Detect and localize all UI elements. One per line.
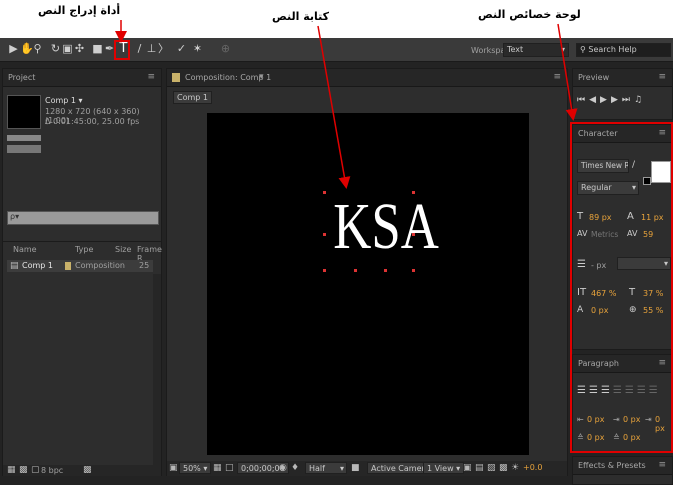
text-handle[interactable]	[412, 233, 415, 236]
project-search-input[interactable]: ρ▾	[7, 211, 159, 225]
new-comp-icon[interactable]: ▢	[31, 465, 40, 475]
project-scrollbar[interactable]	[153, 274, 161, 466]
composition-footer: ▣ 50% ▾ ▦ □ 0;00;00;00 ◉ ♦ Half ▾ ■ Activ…	[167, 461, 567, 476]
annotation-arrows	[115, 20, 578, 189]
annotation-arrow-character	[557, 23, 578, 121]
exposure-value[interactable]: +0.0	[523, 463, 542, 472]
project-search-placeholder: ρ▾	[10, 212, 20, 221]
text-handle[interactable]	[323, 233, 326, 236]
text-handle[interactable]	[412, 269, 415, 272]
folder-icon[interactable]: ▩	[19, 465, 28, 475]
always-preview-icon[interactable]: ▣	[169, 463, 178, 473]
effects-presets-tab-label: Effects & Presets	[578, 461, 646, 470]
panel-menu-icon[interactable]: ≡	[658, 460, 666, 470]
pixel-aspect-icon[interactable]: ▣	[463, 463, 472, 473]
label-color-swatch	[65, 262, 71, 270]
exposure-icon[interactable]: ☀	[511, 463, 519, 473]
divider	[3, 241, 161, 242]
mask-visibility-icon[interactable]: □	[225, 463, 234, 473]
column-name[interactable]: Name	[13, 245, 37, 254]
snapshot-icon[interactable]: ◉	[279, 463, 287, 473]
text-layer-bounds[interactable]: KSA	[323, 190, 439, 273]
view-layout-select[interactable]: 1 View ▾	[423, 462, 465, 474]
timeline-icon[interactable]: ▨	[487, 463, 496, 473]
region-icon[interactable]: ■	[351, 463, 360, 473]
text-handle[interactable]	[354, 269, 357, 272]
resolution-select[interactable]: Half ▾	[305, 462, 347, 474]
effects-presets-tab[interactable]: Effects & Presets ≡	[573, 457, 672, 475]
column-type[interactable]: Type	[75, 245, 93, 254]
resolution-value: Half	[309, 464, 325, 473]
view-value: 1 View	[427, 464, 454, 473]
fast-preview-icon[interactable]: ▤	[475, 463, 484, 473]
effects-presets-panel: Effects & Presets ≡	[572, 456, 673, 485]
zoom-select[interactable]: 50% ▾	[179, 462, 212, 474]
project-item-name: Comp 1	[22, 261, 53, 270]
project-footer: ▦ ▩ ▢ 8 bpc ▩	[3, 465, 161, 476]
text-handle[interactable]	[323, 269, 326, 272]
grid-icon[interactable]: ▦	[213, 463, 222, 473]
bit-depth-label[interactable]: 8 bpc	[41, 466, 63, 475]
annotation-arrow-text	[317, 25, 351, 189]
composition-icon: ▤	[10, 261, 19, 271]
delete-icon[interactable]: ▩	[83, 465, 92, 475]
text-handle[interactable]	[384, 269, 387, 272]
zoom-value: 50%	[183, 464, 201, 473]
project-item-frame-rate: 25	[139, 261, 150, 270]
flowchart-icon[interactable]: ▩	[499, 463, 508, 473]
column-size[interactable]: Size	[115, 245, 131, 254]
camera-value: Active Camera	[371, 464, 430, 473]
project-item-type: Composition	[75, 261, 125, 270]
project-item-row[interactable]: ▤ Comp 1 Composition 25	[7, 260, 153, 272]
show-channel-icon[interactable]: ♦	[291, 463, 299, 473]
trash-icon[interactable]: ▦	[7, 465, 16, 475]
